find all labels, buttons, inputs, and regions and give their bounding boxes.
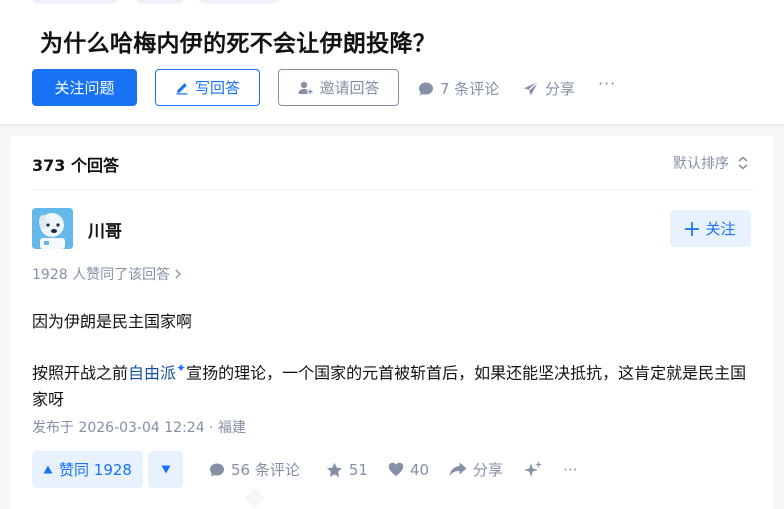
keyword-link[interactable]: 自由派 [128, 363, 176, 382]
answer-actions: 赞同 1928 56 条评论 51 40 分享 ··· [32, 451, 577, 488]
avatar[interactable] [32, 208, 73, 249]
answer-count: 373 个回答 [32, 156, 119, 175]
sparkle-icon: ✦ [176, 361, 187, 375]
comment-bubble-icon [209, 462, 225, 478]
follow-question-button[interactable]: 关注问题 [32, 69, 137, 106]
sort-selector[interactable]: 默认排序 [673, 153, 749, 173]
paper-plane-icon [523, 81, 539, 97]
answer-paragraph: 按照开战之前自由派✦宣扬的理论，一个国家的元首被斩首后，如果还能坚决抵抗，这肯定… [32, 355, 748, 413]
question-comments-button[interactable]: 7 条评论 [418, 78, 499, 99]
add-person-icon [297, 80, 313, 96]
upvote-label: 赞同 1928 [59, 461, 132, 479]
voters-label: 1928 人赞同了该回答 [32, 267, 171, 283]
like-button[interactable]: 40 [388, 461, 429, 479]
author-name[interactable]: 川哥 [88, 217, 122, 242]
answer-card: 373 个回答 默认排序 川哥 关注 1928 人赞同了该回答 因为伊朗是民主国… [10, 136, 773, 509]
sparkle-icon [523, 460, 543, 480]
triangle-down-icon [161, 465, 171, 474]
triangle-up-icon [43, 465, 53, 474]
follow-author-button[interactable]: 关注 [670, 210, 751, 247]
upvote-button[interactable]: 赞同 1928 [32, 451, 143, 488]
sort-label: 默认排序 [673, 156, 729, 172]
favorites-count: 51 [348, 460, 368, 479]
heart-icon [388, 462, 404, 477]
invite-answer-label: 邀请回答 [319, 79, 380, 97]
downvote-button[interactable] [148, 451, 183, 488]
write-answer-button[interactable]: 写回答 [155, 69, 260, 106]
question-more-button[interactable]: ··· [598, 74, 616, 93]
question-title: 为什么哈梅内伊的死不会让伊朗投降？ [40, 31, 437, 57]
share-arrow-icon [449, 462, 467, 477]
plus-icon [685, 221, 700, 236]
question-header: 为什么哈梅内伊的死不会让伊朗投降？ 关注问题 写回答 邀请回答 7 条评论 分享… [0, 0, 784, 124]
chevron-right-icon [174, 268, 182, 280]
topic-tag[interactable] [136, 0, 184, 4]
ai-sparkle-button[interactable] [523, 460, 543, 480]
follow-author-label: 关注 [705, 220, 736, 238]
follow-question-label: 关注问题 [54, 79, 115, 97]
comment-pointer [245, 488, 265, 508]
question-share-label: 分享 [545, 80, 576, 98]
share-label: 分享 [473, 461, 504, 479]
share-button[interactable]: 分享 [449, 459, 503, 480]
star-icon [326, 462, 343, 478]
favorite-button[interactable]: 51 [326, 461, 368, 479]
invite-answer-button[interactable]: 邀请回答 [278, 69, 399, 106]
topic-tag[interactable] [32, 0, 118, 4]
answer-more-button[interactable]: ··· [563, 461, 577, 479]
pen-icon [175, 81, 189, 95]
likes-count: 40 [409, 460, 430, 479]
comments-label: 56 条评论 [231, 461, 300, 479]
divider [32, 189, 753, 190]
answer-paragraph: 因为伊朗是民主国家啊 [32, 312, 193, 331]
answer-text: 按照开战之前 [32, 363, 129, 383]
question-comments-label: 7 条评论 [440, 80, 500, 98]
sort-updown-icon [737, 156, 749, 170]
publish-info: 发布于 2026-03-04 12:24 · 福建 [32, 420, 246, 436]
topic-tag[interactable] [199, 0, 279, 4]
write-answer-label: 写回答 [194, 79, 240, 97]
voters-link[interactable]: 1928 人赞同了该回答 [32, 264, 182, 284]
comments-button[interactable]: 56 条评论 [209, 459, 300, 480]
question-share-button[interactable]: 分享 [523, 78, 575, 99]
comment-bubble-icon [418, 81, 434, 97]
